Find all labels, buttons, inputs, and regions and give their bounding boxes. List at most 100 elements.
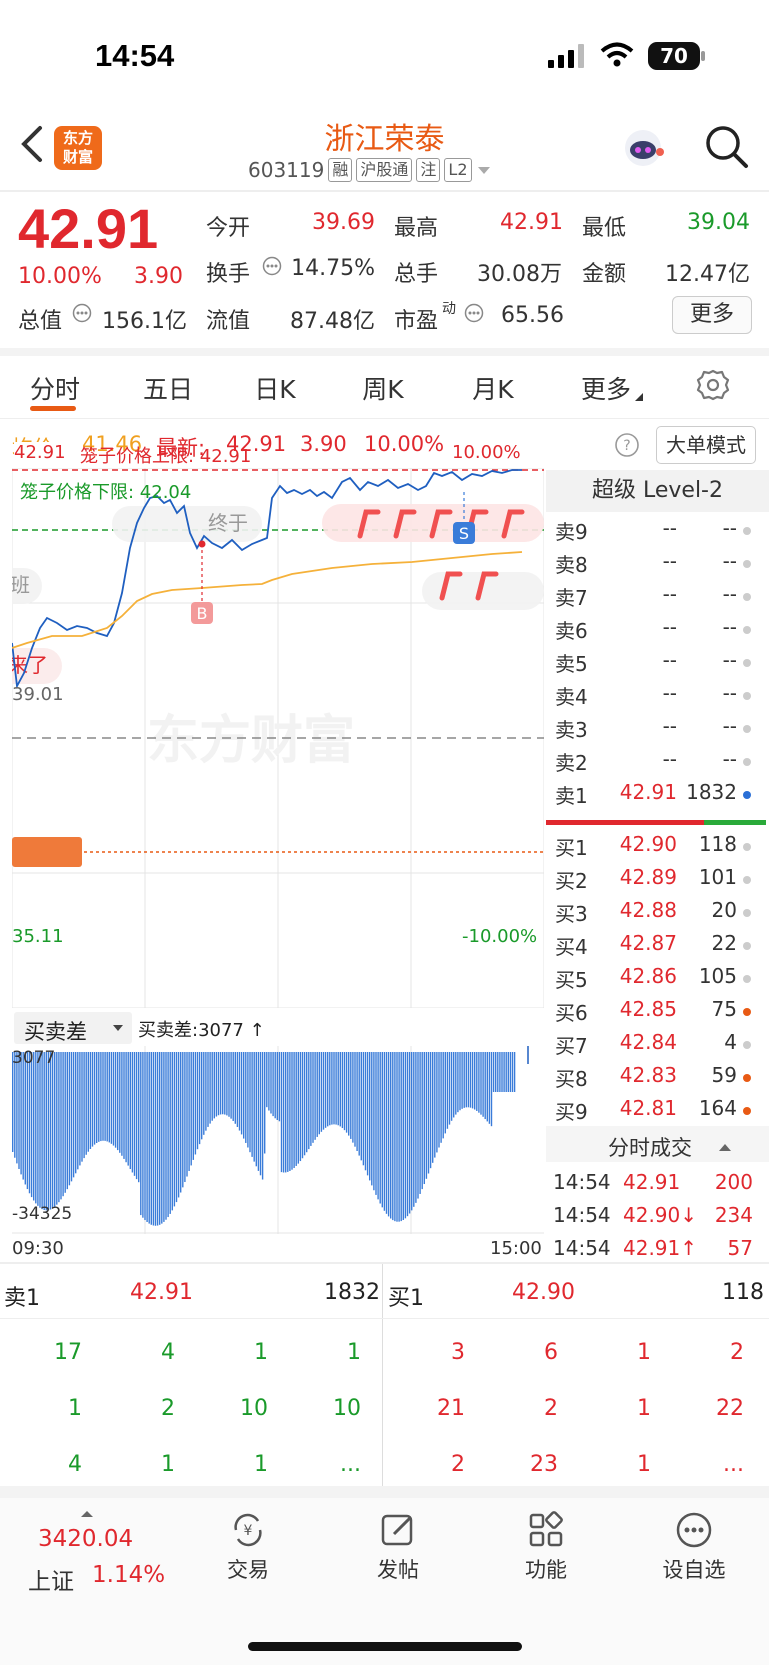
tab-5day[interactable]: 五日	[128, 370, 208, 406]
collapse-arrow-icon[interactable]	[718, 1142, 732, 1152]
level-volume: --	[722, 615, 737, 639]
settings-gear-icon[interactable]	[696, 368, 730, 402]
level-volume: --	[722, 549, 737, 573]
intraday-chart[interactable]: 东方财富 终于 班 来了 B S 42.91 笼子价格上限: 42.91 笼子价…	[0, 442, 545, 1009]
level-dot-icon	[743, 659, 751, 667]
diff-bar	[51, 1052, 54, 1209]
ask-row[interactable]: 卖1 42.91 1832	[547, 780, 769, 810]
tab-daily[interactable]: 日K	[240, 370, 310, 406]
lower-limit-label: 笼子价格下限: 42.04	[20, 482, 192, 503]
ai-assistant-icon[interactable]	[620, 126, 666, 172]
diff-bar	[394, 1052, 396, 1222]
diff-bar	[156, 1052, 159, 1226]
bid-row[interactable]: 买2 42.89 101	[547, 865, 769, 895]
diff-bar	[93, 1052, 96, 1145]
queue-cell: 1	[68, 1396, 82, 1421]
bid-row[interactable]: 买4 42.87 22	[547, 931, 769, 961]
diff-bar	[406, 1052, 409, 1217]
tab-monthly[interactable]: 月K	[458, 370, 528, 406]
diff-bar	[385, 1052, 388, 1214]
diff-bar	[54, 1052, 56, 1207]
nav-trade[interactable]: ¥ 交易	[178, 1510, 318, 1584]
buy-sell-diff-chart[interactable]: 3077 -34325	[12, 1046, 544, 1234]
diff-bar	[245, 1052, 247, 1143]
level-label: 买8	[555, 1067, 588, 1091]
diff-bar	[446, 1052, 449, 1129]
ask-row[interactable]: 卖6 -- --	[547, 615, 769, 645]
nav-post[interactable]: 发帖	[328, 1510, 468, 1584]
help-icon[interactable]: ?	[614, 432, 640, 458]
high-label: 最高	[394, 216, 439, 241]
indicator-selector[interactable]: 买卖差	[14, 1012, 132, 1044]
expand-arrow-icon[interactable]	[80, 1510, 94, 1518]
diff-bar	[324, 1052, 327, 1128]
latest-percent: 10.00%	[364, 432, 445, 456]
status-bar: 14:54 70	[0, 0, 769, 110]
more-dots-icon[interactable]	[464, 303, 484, 323]
ratio-bar-buy	[704, 820, 766, 825]
level-dot-icon	[743, 560, 751, 568]
upper-limit-label: 笼子价格上限: 42.91	[80, 446, 252, 467]
nav-functions[interactable]: 功能	[476, 1510, 616, 1584]
diff-bar	[444, 1052, 446, 1134]
diff-bar	[257, 1052, 260, 1171]
nav-trade-label: 交易	[227, 1558, 269, 1582]
ask-row[interactable]: 卖2 -- --	[547, 747, 769, 777]
ask-row[interactable]: 卖3 -- --	[547, 714, 769, 744]
ask-row[interactable]: 卖7 -- --	[547, 582, 769, 612]
diff-bar	[152, 1052, 155, 1226]
trade-time: 14:54	[553, 1203, 611, 1227]
diff-bar	[16, 1052, 18, 1164]
ask-row[interactable]: 卖5 -- --	[547, 648, 769, 678]
diff-bar	[41, 1052, 43, 1210]
trade-price: 42.91	[623, 1170, 681, 1194]
watermark: 东方财富	[147, 711, 355, 771]
diff-bar	[434, 1052, 436, 1158]
diff-bar	[228, 1052, 230, 1117]
diff-bar	[238, 1052, 241, 1131]
tab-intraday[interactable]: 分时	[20, 370, 90, 406]
turnover-value: 14.75%	[291, 256, 375, 281]
more-dots-icon[interactable]	[72, 303, 92, 323]
ask-row[interactable]: 卖8 -- --	[547, 549, 769, 579]
bid-row[interactable]: 买7 42.84 4	[547, 1030, 769, 1060]
diff-bar	[230, 1052, 232, 1119]
diff-bar	[253, 1052, 255, 1162]
bid-row[interactable]: 买6 42.85 75	[547, 997, 769, 1027]
bid-row[interactable]: 买5 42.86 105	[547, 964, 769, 994]
stock-code-line[interactable]: 603119 融 沪股通 注 L2	[248, 158, 492, 182]
bid-row[interactable]: 买3 42.88 20	[547, 898, 769, 928]
more-dots-icon[interactable]	[262, 256, 282, 276]
bid-row[interactable]: 买1 42.90 118	[547, 832, 769, 862]
diff-bar	[396, 1052, 398, 1222]
more-button[interactable]: 更多	[672, 296, 752, 334]
queue-cell: 10	[333, 1396, 361, 1421]
level-label: 卖5	[555, 652, 588, 676]
open-value: 39.69	[312, 210, 375, 235]
level-volume: 4	[724, 1030, 737, 1054]
diff-bar	[289, 1052, 291, 1171]
diff-bar	[417, 1052, 419, 1199]
level-volume: --	[722, 516, 737, 540]
change-amount: 3.90	[134, 264, 183, 289]
bid-row[interactable]: 买9 42.81 164	[547, 1096, 769, 1126]
low-label: 最低	[582, 216, 627, 241]
tab-weekly[interactable]: 周K	[348, 370, 418, 406]
search-icon[interactable]	[702, 122, 750, 170]
high-value: 42.91	[500, 210, 563, 235]
diff-bar	[369, 1052, 371, 1181]
level-dot-icon	[743, 909, 751, 917]
diff-bar	[255, 1052, 257, 1167]
large-order-mode-button[interactable]: 大单模式	[656, 426, 756, 464]
ask-row[interactable]: 卖9 -- --	[547, 516, 769, 546]
ask-row[interactable]: 卖4 -- --	[547, 681, 769, 711]
trade-list: 14:54 42.91 200 14:54 42.90↓ 234 14:54 42.91↑ 57	[547, 1162, 769, 1262]
nav-watchlist[interactable]: 设自选	[624, 1510, 764, 1584]
bid-row[interactable]: 买8 42.83 59	[547, 1063, 769, 1093]
queue-cell: 21	[437, 1396, 465, 1421]
queue-cell: 1	[637, 1452, 651, 1477]
index-value[interactable]: 3420.04	[38, 1526, 133, 1552]
diff-bar	[469, 1052, 472, 1108]
diff-bar	[62, 1052, 64, 1197]
diff-bar	[335, 1052, 337, 1125]
